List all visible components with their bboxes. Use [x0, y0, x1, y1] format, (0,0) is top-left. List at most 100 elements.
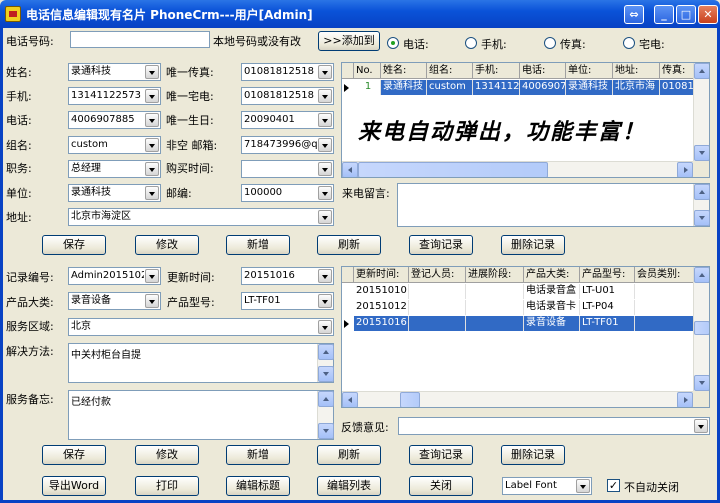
label-font-select[interactable]: Label Font [502, 477, 592, 495]
message-vscroll[interactable] [693, 184, 710, 226]
row-pointer-icon [344, 320, 349, 328]
model-combo[interactable]: LT-TF01 [241, 292, 334, 310]
records-hscroll[interactable] [342, 391, 693, 407]
chevron-down-icon [318, 89, 332, 103]
refresh-button[interactable]: 刷新 [317, 235, 381, 255]
chevron-down-icon [318, 269, 332, 283]
col-updated[interactable]: 更新时间: [354, 267, 409, 283]
minimize-button[interactable]: _ [654, 5, 674, 24]
birthday-combo[interactable]: 20090401 [241, 111, 334, 129]
table-row[interactable]: 20151016 录音设备 LT-TF01 [342, 316, 694, 331]
chevron-down-icon [318, 65, 332, 79]
scroll-thumb [694, 321, 709, 335]
radio-mobile[interactable] [465, 37, 477, 49]
radio-fax[interactable] [544, 37, 556, 49]
edit-list-button[interactable]: 编辑列表 [317, 476, 381, 496]
contacts-hscroll[interactable] [342, 161, 693, 177]
refresh-button-2[interactable]: 刷新 [317, 445, 381, 465]
address-combo[interactable]: 北京市海淀区 [68, 208, 334, 226]
service-area-combo[interactable]: 北京 [68, 318, 334, 336]
table-row[interactable]: 20151012 电话录音卡 LT-P04 [342, 300, 694, 315]
purchase-time-combo[interactable] [241, 160, 334, 178]
col-no[interactable]: No. [354, 63, 381, 79]
updated-time-combo[interactable]: 20151016 [241, 267, 334, 285]
col-stage[interactable]: 进展阶段: [466, 267, 524, 283]
birthday-label: 唯一生日: [166, 114, 214, 127]
records-grid[interactable]: 更新时间: 登记人员: 进展阶段: 产品大类: 产品型号: 会员类别: 2015… [341, 266, 710, 408]
address-label: 地址: [6, 211, 32, 224]
delete-records-button[interactable]: 删除记录 [501, 235, 565, 255]
col-member[interactable]: 会员类别: [635, 267, 694, 283]
phone-number-input[interactable] [70, 31, 210, 48]
edit-title-button[interactable]: 编辑标题 [226, 476, 290, 496]
service-note-textarea[interactable]: 已经付款 [68, 390, 334, 440]
chevron-down-icon [318, 186, 332, 200]
category-combo[interactable]: 录音设备 [68, 292, 161, 310]
radio-phone[interactable] [387, 37, 399, 49]
chevron-down-icon [318, 294, 332, 308]
col-address[interactable]: 地址: [613, 63, 660, 79]
col-model[interactable]: 产品型号: [580, 267, 635, 283]
postcode-label: 邮编: [166, 187, 192, 200]
edit-button-2[interactable]: 修改 [135, 445, 199, 465]
chevron-down-icon [318, 113, 332, 127]
solution-textarea[interactable]: 中关村柜台自提 [68, 343, 334, 383]
solution-vscroll[interactable] [317, 344, 334, 382]
feedback-combo[interactable] [398, 417, 710, 435]
postcode-combo[interactable]: 100000 [241, 184, 334, 202]
col-mobile[interactable]: 手机: [473, 63, 520, 79]
col-registrar[interactable]: 登记人员: [409, 267, 466, 283]
radio-home[interactable] [623, 37, 635, 49]
group-combo[interactable]: custom [68, 136, 161, 154]
auto-close-checkbox[interactable]: ✓ [607, 479, 620, 492]
restore-icon[interactable]: ⇔ [624, 5, 644, 24]
name-combo[interactable]: 录通科技 [68, 63, 161, 81]
chevron-down-icon [145, 138, 159, 152]
col-phone[interactable]: 电话: [520, 63, 566, 79]
window-title: 电话信息编辑现有名片 PhoneCrm---用户[Admin] [26, 8, 313, 22]
add-to-button[interactable]: >>添加到 [318, 31, 380, 51]
query-records-button[interactable]: 查询记录 [409, 235, 473, 255]
title-bar[interactable]: 电话信息编辑现有名片 PhoneCrm---用户[Admin] ⇔ _ □ ✕ [0, 0, 720, 28]
phone-combo[interactable]: 4006907885 [68, 111, 161, 129]
close-dialog-button[interactable]: 关闭 [409, 476, 473, 496]
col-group[interactable]: 组名: [427, 63, 473, 79]
email-combo[interactable]: 718473996@qq.c [241, 136, 334, 154]
chevron-down-icon [318, 320, 332, 334]
scroll-down-icon [318, 423, 334, 439]
radio-fax-label: 传真: [560, 38, 586, 51]
col-category[interactable]: 产品大类: [524, 267, 580, 283]
service-note-text: 已经付款 [71, 397, 111, 408]
category-label: 产品大类: [6, 296, 54, 309]
new-button-2[interactable]: 新增 [226, 445, 290, 465]
col-company[interactable]: 单位: [566, 63, 613, 79]
save-button[interactable]: 保存 [42, 235, 106, 255]
save-button-2[interactable]: 保存 [42, 445, 106, 465]
table-row[interactable]: 1 录通科技 custom 13141122 40069078 录通科技 北京市… [342, 80, 694, 95]
app-icon [5, 6, 21, 22]
mobile-label: 手机: [6, 90, 32, 103]
title-combo[interactable]: 总经理 [68, 160, 161, 178]
message-textarea[interactable] [397, 183, 710, 227]
print-button[interactable]: 打印 [135, 476, 199, 496]
close-button[interactable]: ✕ [698, 5, 718, 24]
radio-mobile-label: 手机: [481, 38, 507, 51]
edit-button[interactable]: 修改 [135, 235, 199, 255]
contacts-vscroll[interactable] [693, 63, 709, 161]
fax-combo[interactable]: 01081812518 [241, 63, 334, 81]
new-button[interactable]: 新增 [226, 235, 290, 255]
mobile-combo[interactable]: 13141122573 [68, 87, 161, 105]
home-phone-combo[interactable]: 01081812518 [241, 87, 334, 105]
note-vscroll[interactable] [317, 391, 334, 439]
record-id-combo[interactable]: Admin20151027 [68, 267, 161, 285]
col-fax[interactable]: 传真: [660, 63, 694, 79]
table-row[interactable]: 20151010 电话录音盒 LT-U01 [342, 284, 694, 299]
delete-records-button-2[interactable]: 删除记录 [501, 445, 565, 465]
query-records-button-2[interactable]: 查询记录 [409, 445, 473, 465]
company-combo[interactable]: 录通科技 [68, 184, 161, 202]
col-name[interactable]: 姓名: [381, 63, 427, 79]
export-word-button[interactable]: 导出Word [42, 476, 106, 496]
maximize-button[interactable]: □ [676, 5, 696, 24]
scroll-right-icon [677, 392, 693, 407]
records-vscroll[interactable] [693, 267, 709, 391]
